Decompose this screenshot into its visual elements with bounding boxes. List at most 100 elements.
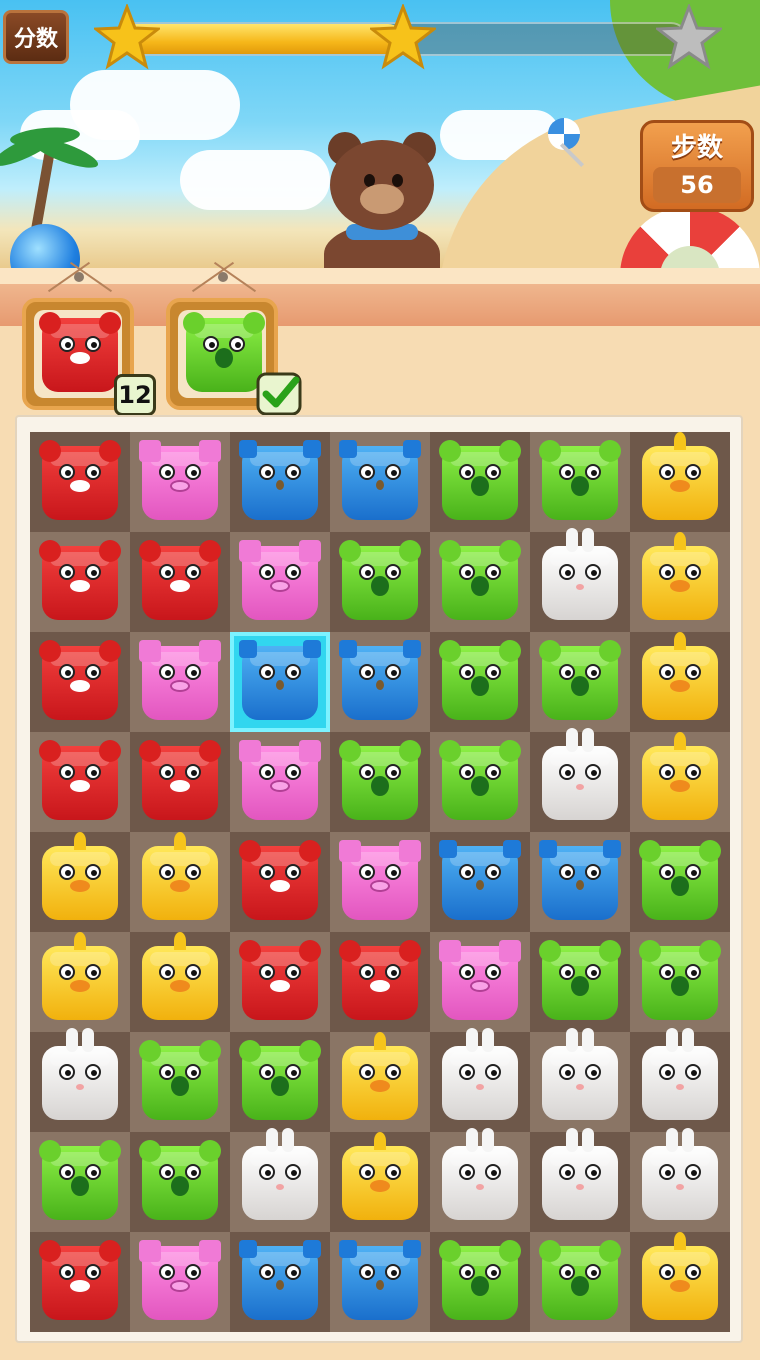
owl-tile-icon[interactable]: [239, 440, 321, 520]
pig-tile-icon[interactable]: [139, 640, 221, 720]
board-cell[interactable]: [30, 732, 130, 832]
chick-tile-icon[interactable]: [342, 1032, 418, 1120]
board-cell[interactable]: [130, 1132, 230, 1232]
board-cell[interactable]: [130, 632, 230, 732]
bear-tile-icon[interactable]: [39, 540, 121, 620]
pig-tile-icon[interactable]: [339, 840, 421, 920]
pig-tile-icon[interactable]: [139, 1240, 221, 1320]
frog-tile-icon[interactable]: [139, 1140, 221, 1220]
bunny-tile-icon[interactable]: [42, 1028, 118, 1120]
owl-tile-icon[interactable]: [339, 440, 421, 520]
board-cell[interactable]: [430, 632, 530, 732]
board-cell[interactable]: [530, 728, 630, 832]
board-cell[interactable]: [230, 1032, 330, 1132]
frog-tile-icon[interactable]: [639, 840, 721, 920]
board-cell[interactable]: [630, 432, 730, 532]
board-cell[interactable]: [530, 632, 630, 732]
board-cell[interactable]: [430, 532, 530, 632]
board-cell[interactable]: [430, 832, 530, 932]
frog-tile-icon[interactable]: [639, 940, 721, 1020]
owl-tile-icon[interactable]: [239, 640, 321, 720]
frog-tile-icon[interactable]: [539, 940, 621, 1020]
board-cell[interactable]: [630, 1128, 730, 1232]
bear-tile-icon[interactable]: [39, 1240, 121, 1320]
bear-tile-icon[interactable]: [339, 940, 421, 1020]
bear-tile-icon[interactable]: [239, 940, 321, 1020]
owl-tile-icon[interactable]: [339, 640, 421, 720]
board-cell[interactable]: [130, 1232, 230, 1332]
board-cell[interactable]: [630, 832, 730, 932]
board-cell[interactable]: [230, 932, 330, 1032]
bear-tile-icon[interactable]: [39, 740, 121, 820]
chick-tile-icon[interactable]: [42, 832, 118, 920]
bunny-tile-icon[interactable]: [442, 1128, 518, 1220]
board-cell[interactable]: [230, 832, 330, 932]
bunny-tile-icon[interactable]: [642, 1028, 718, 1120]
board-cell[interactable]: [630, 1232, 730, 1332]
chick-tile-icon[interactable]: [142, 932, 218, 1020]
chick-tile-icon[interactable]: [642, 732, 718, 820]
bear-tile-icon[interactable]: [39, 440, 121, 520]
board-cell[interactable]: [530, 528, 630, 632]
board-cell[interactable]: [330, 932, 430, 1032]
pig-tile-icon[interactable]: [439, 940, 521, 1020]
bunny-tile-icon[interactable]: [242, 1128, 318, 1220]
bear-tile-icon[interactable]: [139, 540, 221, 620]
frog-tile-icon[interactable]: [539, 640, 621, 720]
board-cell[interactable]: [530, 832, 630, 932]
chick-tile-icon[interactable]: [142, 832, 218, 920]
chick-tile-icon[interactable]: [342, 1132, 418, 1220]
board-cell[interactable]: [30, 632, 130, 732]
board-cell[interactable]: [30, 832, 130, 932]
board-cell[interactable]: [130, 732, 230, 832]
frog-tile-icon[interactable]: [439, 740, 521, 820]
board-cell[interactable]: [230, 1232, 330, 1332]
bunny-tile-icon[interactable]: [442, 1028, 518, 1120]
board-cell[interactable]: [30, 432, 130, 532]
frog-tile-icon[interactable]: [439, 540, 521, 620]
board-cell[interactable]: [330, 832, 430, 932]
board-cell[interactable]: [30, 532, 130, 632]
board-cell[interactable]: [430, 932, 530, 1032]
frog-tile-icon[interactable]: [39, 1140, 121, 1220]
board-cell[interactable]: [230, 732, 330, 832]
board-cell[interactable]: [430, 732, 530, 832]
board-cell[interactable]: [430, 432, 530, 532]
board-cell[interactable]: [30, 1132, 130, 1232]
board-cell[interactable]: [430, 1128, 530, 1232]
chick-tile-icon[interactable]: [642, 432, 718, 520]
board-cell[interactable]: [330, 1232, 430, 1332]
board-cell[interactable]: [130, 432, 230, 532]
board-cell[interactable]: [230, 432, 330, 532]
board-cell[interactable]: [330, 632, 430, 732]
board-cell[interactable]: [30, 1232, 130, 1332]
owl-tile-icon[interactable]: [439, 840, 521, 920]
bear-tile-icon[interactable]: [139, 740, 221, 820]
chick-tile-icon[interactable]: [642, 532, 718, 620]
owl-tile-icon[interactable]: [339, 1240, 421, 1320]
frog-tile-icon[interactable]: [439, 1240, 521, 1320]
owl-tile-icon[interactable]: [239, 1240, 321, 1320]
board-cell[interactable]: [530, 1028, 630, 1132]
board-cell[interactable]: [30, 932, 130, 1032]
frog-tile-icon[interactable]: [439, 440, 521, 520]
board-cell[interactable]: [630, 632, 730, 732]
pig-tile-icon[interactable]: [239, 740, 321, 820]
bunny-tile-icon[interactable]: [542, 1028, 618, 1120]
board-cell[interactable]: [330, 1032, 430, 1132]
frog-tile-icon[interactable]: [239, 1040, 321, 1120]
board-cell[interactable]: [330, 732, 430, 832]
board-cell[interactable]: [630, 532, 730, 632]
board-cell[interactable]: [230, 1128, 330, 1232]
board-cell[interactable]: [330, 532, 430, 632]
bunny-tile-icon[interactable]: [542, 728, 618, 820]
board-cell[interactable]: [330, 1132, 430, 1232]
frog-tile-icon[interactable]: [339, 740, 421, 820]
board-cell[interactable]: [130, 532, 230, 632]
board-cell[interactable]: [630, 1028, 730, 1132]
bear-tile-icon[interactable]: [239, 840, 321, 920]
pig-tile-icon[interactable]: [139, 440, 221, 520]
board-cell[interactable]: [530, 932, 630, 1032]
board-cell[interactable]: [630, 932, 730, 1032]
bear-tile-icon[interactable]: [39, 640, 121, 720]
